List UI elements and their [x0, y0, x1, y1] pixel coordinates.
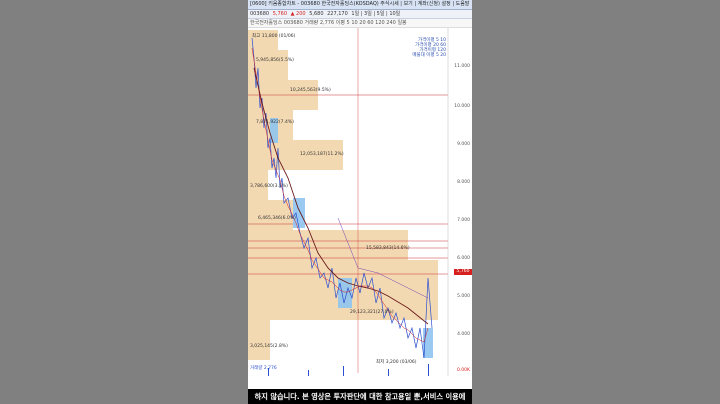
- y-axis-label: 8.000: [457, 180, 470, 185]
- chart-svg: [248, 28, 449, 376]
- legend-item: 매물대 이평 5 20: [412, 53, 446, 58]
- volume-indicator-label: 거래량 2,776: [250, 366, 277, 371]
- volume-profile-label: 6,465,346(6.0%): [258, 216, 296, 221]
- subtitle-text: 하지 않습니다. 본 영상은 투자판단에 대한 참고용일 뿐,서비스 이용에: [254, 392, 466, 401]
- current-price: 5,760: [272, 11, 288, 17]
- y-axis-label: 11.000: [454, 64, 470, 69]
- max-price-label: 최고 11,800 (01/06): [252, 34, 296, 39]
- min-price-label: 최저 3,200 (03/06): [376, 360, 417, 365]
- current-price-tag: 5,760: [454, 269, 472, 275]
- volume-profile-label: 15,583,843(14.6%): [366, 246, 410, 251]
- window-title: [0600] 키움종합차트 - 003680 한국전자홀딩스(KOSDAQ) 주…: [250, 1, 470, 7]
- volume-value: 227,170: [327, 11, 348, 17]
- stock-code-field[interactable]: 003680: [250, 11, 269, 17]
- open-price: 5,680: [309, 11, 324, 17]
- volume-profile-label: 10,245,563(9.5%): [290, 88, 331, 93]
- indicator-infobar: 한국전자홀딩스 003680 거래량 2,776 이평 5 10 20 60 1…: [248, 19, 472, 28]
- price-change: ▲ 200: [290, 11, 306, 17]
- price-chart[interactable]: 최고 11,800 (01/06) 5,945,856(5.5%) 10,245…: [248, 28, 472, 376]
- period-tabs[interactable]: 1일 | 3일 | 5일 | 10일: [351, 11, 400, 17]
- y-axis-label: 6.000: [457, 256, 470, 261]
- y-axis-label: 7.000: [457, 218, 470, 223]
- volume-profile-bar: [248, 200, 293, 230]
- chart-legend: 가격이평 5 10 가격이평 20 60 가격이평 120 매물대 이평 5 2…: [412, 38, 446, 58]
- volume-profile-label: 3,786,600(3.5%): [250, 184, 288, 189]
- volume-profile-label: 7,871,922(7.4%): [256, 120, 294, 125]
- volume-bars: [268, 364, 429, 376]
- y-axis-label: 9.000: [457, 142, 470, 147]
- indicator-text: 한국전자홀딩스 003680 거래량 2,776 이평 5 10 20 60 1…: [250, 20, 407, 26]
- volume-profile-bar: [248, 320, 270, 360]
- chart-window: [0600] 키움종합차트 - 003680 한국전자홀딩스(KOSDAQ) 주…: [248, 0, 472, 404]
- y-axis-label: 5.000: [457, 294, 470, 299]
- volume-axis-label: 0.00K: [457, 368, 470, 373]
- chart-toolbar: 003680 5,760 ▲ 200 5,680 227,170 1일 | 3일…: [248, 10, 472, 19]
- y-axis-label: 4.000: [457, 332, 470, 337]
- video-subtitle: 하지 않습니다. 본 영상은 투자판단에 대한 참고용일 뿐,서비스 이용에: [248, 389, 472, 404]
- y-axis-label: 10.000: [454, 104, 470, 109]
- volume-profile-label: 12,053,187(11.2%): [300, 152, 344, 157]
- volume-profile-label: 29,123,321(27.0%): [350, 310, 394, 315]
- volume-profile-label: 3,025,145(2.8%): [250, 344, 288, 349]
- window-titlebar: [0600] 키움종합차트 - 003680 한국전자홀딩스(KOSDAQ) 주…: [248, 0, 472, 10]
- volume-profile-bar: [248, 230, 408, 260]
- volume-profile-label: 5,945,856(5.5%): [256, 58, 294, 63]
